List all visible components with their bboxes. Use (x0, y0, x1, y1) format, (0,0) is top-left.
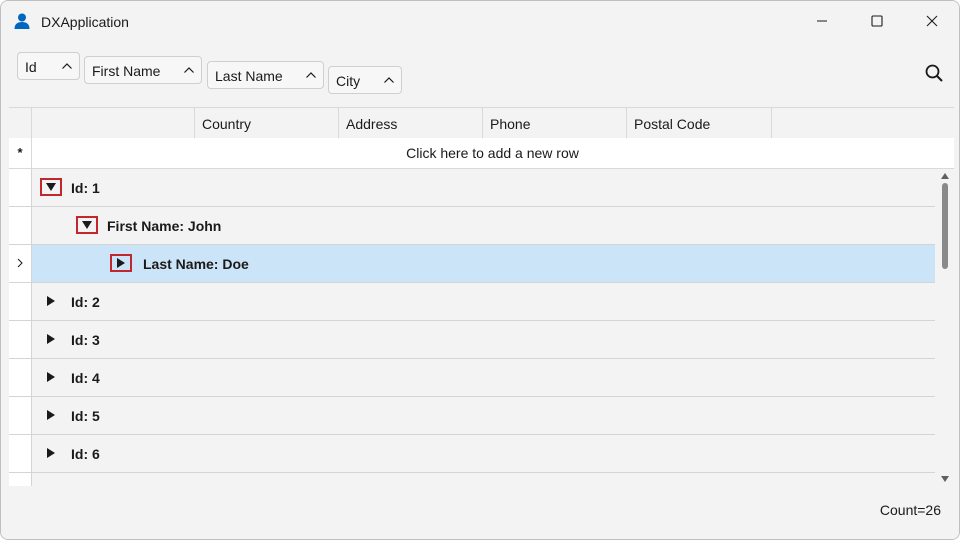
row-indicator (9, 207, 32, 244)
expand-toggle[interactable] (40, 406, 62, 424)
row-indicator (9, 283, 32, 320)
group-row[interactable]: Id: 2 (9, 283, 935, 321)
group-row-selected[interactable]: Last Name: Doe (9, 245, 935, 283)
row-indicator (9, 321, 32, 358)
caret-right-icon (47, 334, 55, 344)
maximize-icon (871, 15, 883, 27)
group-chip-first-name[interactable]: First Name (84, 56, 202, 84)
group-row-label: Id: 3 (71, 332, 100, 348)
expand-toggle[interactable] (40, 178, 62, 196)
row-indicator (9, 397, 32, 434)
close-icon (926, 15, 938, 27)
group-chip-label: First Name (92, 63, 161, 79)
group-rows: Id: 1 First Name: John Last Name: Doe Id… (9, 169, 935, 486)
group-chip-label: Id (25, 59, 37, 75)
app-window: DXApplication Id First Name Last Name Ci… (0, 0, 960, 540)
group-chip-city[interactable]: City (328, 66, 402, 94)
scrollbar-thumb[interactable] (942, 183, 948, 269)
row-indicator (9, 473, 32, 486)
expand-toggle[interactable] (40, 368, 62, 386)
column-header-phone[interactable]: Phone (482, 108, 626, 138)
expand-toggle[interactable] (40, 292, 62, 310)
status-footer: Count=26 (1, 486, 959, 539)
group-row-partial[interactable] (9, 473, 935, 486)
chevron-up-icon (384, 77, 394, 83)
data-grid: Country Address Phone Postal Code * Clic… (9, 107, 954, 486)
new-row-indicator: * (9, 138, 32, 168)
group-row-label: Id: 2 (71, 294, 100, 310)
chevron-right-icon (17, 258, 23, 268)
window-title: DXApplication (41, 14, 129, 30)
group-row-label: Id: 6 (71, 446, 100, 462)
expand-toggle[interactable] (40, 444, 62, 462)
group-chip-label: City (336, 73, 361, 89)
group-row-label: Id: 4 (71, 370, 100, 386)
group-chip-last-name[interactable]: Last Name (207, 61, 324, 89)
group-row[interactable]: Id: 4 (9, 359, 935, 397)
group-row-label: First Name: John (107, 218, 222, 234)
group-row-label: Id: 1 (71, 180, 100, 196)
maximize-button[interactable] (854, 1, 900, 41)
column-header-address[interactable]: Address (338, 108, 482, 138)
column-header-blank[interactable] (31, 108, 194, 138)
vertical-scrollbar[interactable] (936, 169, 954, 486)
column-header-country[interactable]: Country (194, 108, 338, 138)
user-icon (13, 12, 31, 30)
group-row-label: Id: 5 (71, 408, 100, 424)
chevron-up-icon (184, 67, 194, 73)
scroll-up-icon[interactable] (940, 172, 950, 180)
group-chip-id[interactable]: Id (17, 52, 80, 80)
row-indicator (9, 435, 32, 472)
new-row-text[interactable]: Click here to add a new row (31, 138, 954, 168)
expand-toggle[interactable] (76, 216, 98, 234)
row-indicator (9, 359, 32, 396)
group-row[interactable]: Id: 5 (9, 397, 935, 435)
new-item-row[interactable]: * Click here to add a new row (9, 138, 954, 169)
column-header-postal-code[interactable]: Postal Code (626, 108, 772, 138)
search-icon (925, 64, 943, 82)
caret-down-icon (82, 221, 92, 229)
column-header-row: Country Address Phone Postal Code (9, 108, 954, 139)
minimize-button[interactable] (799, 1, 845, 41)
group-row-label: Last Name: Doe (143, 256, 249, 272)
group-row[interactable]: Id: 3 (9, 321, 935, 359)
caret-right-icon (47, 448, 55, 458)
caret-right-icon (47, 410, 55, 420)
search-button[interactable] (923, 62, 945, 84)
group-row[interactable]: Id: 6 (9, 435, 935, 473)
title-bar[interactable]: DXApplication (1, 1, 959, 41)
record-count: Count=26 (879, 502, 941, 518)
caret-right-icon (47, 372, 55, 382)
caret-right-icon (117, 258, 125, 268)
minimize-icon (817, 20, 827, 22)
expand-toggle[interactable] (110, 254, 132, 272)
chevron-up-icon (306, 72, 316, 78)
close-button[interactable] (909, 1, 955, 41)
scroll-down-icon[interactable] (940, 475, 950, 483)
group-panel: Id First Name Last Name City (1, 41, 959, 107)
group-row[interactable]: Id: 1 (9, 169, 935, 207)
group-row[interactable]: First Name: John (9, 207, 935, 245)
caret-down-icon (46, 183, 56, 191)
expand-toggle[interactable] (40, 330, 62, 348)
row-indicator (9, 245, 32, 282)
caret-right-icon (47, 296, 55, 306)
chevron-up-icon (62, 63, 72, 69)
row-indicator (9, 169, 32, 206)
group-chip-label: Last Name (215, 68, 283, 84)
